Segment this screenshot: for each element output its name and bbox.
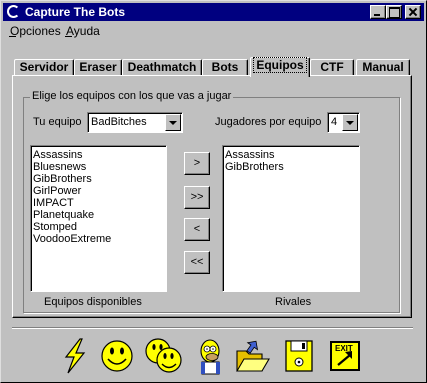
tab-servidor[interactable]: Servidor xyxy=(14,59,74,76)
tab-deathmatch[interactable]: Deathmatch xyxy=(122,59,202,76)
tab-equipos[interactable]: Equipos xyxy=(250,57,310,77)
team-label: Tu equipo xyxy=(33,116,82,128)
list-item[interactable]: Planetquake xyxy=(33,209,164,221)
rival-teams-caption: Rivales xyxy=(275,296,312,308)
rival-teams-list[interactable]: Assassins GibBrothers xyxy=(222,145,360,292)
add-all-teams-button[interactable]: >> xyxy=(184,186,210,209)
list-item[interactable]: Assassins xyxy=(225,149,357,161)
list-item[interactable]: IMPACT xyxy=(33,197,164,209)
menu-opciones-mnemonic xyxy=(9,36,16,37)
list-item[interactable]: Assassins xyxy=(33,149,164,161)
list-item[interactable]: GibBrothers xyxy=(225,161,357,173)
tab-ctf[interactable]: CTF xyxy=(310,59,354,76)
minimize-button[interactable] xyxy=(370,5,386,19)
available-teams-caption: Equipos disponibles xyxy=(44,296,142,308)
exit-label: EXIT xyxy=(335,344,353,353)
teams-group-label: Elige los equipos con los que vas a juga… xyxy=(30,90,234,102)
players-select[interactable]: 4 xyxy=(327,112,360,133)
list-item[interactable]: GirlPower xyxy=(33,185,164,197)
players-select-value: 4 xyxy=(331,116,338,128)
remove-team-button[interactable]: < xyxy=(184,218,210,241)
tab-eraser[interactable]: Eraser xyxy=(74,59,122,76)
tab-manual[interactable]: Manual xyxy=(356,59,410,76)
title-bar[interactable]: Capture The Bots xyxy=(3,3,424,21)
open-folder-icon[interactable] xyxy=(234,337,270,375)
list-item[interactable]: VoodooExtreme xyxy=(33,233,164,245)
team-select[interactable]: BadBitches xyxy=(87,112,183,133)
app-icon xyxy=(7,5,20,18)
list-item[interactable]: GibBrothers xyxy=(33,173,164,185)
maximize-button[interactable] xyxy=(386,5,402,19)
add-team-button[interactable]: > xyxy=(184,152,210,175)
menu-bar: Opciones Ayuda xyxy=(3,22,424,40)
toolbar-separator xyxy=(12,327,413,329)
chevron-down-icon[interactable] xyxy=(165,114,181,131)
exit-icon[interactable] xyxy=(328,337,362,375)
homer-icon[interactable] xyxy=(194,337,228,375)
chevron-down-icon[interactable] xyxy=(342,114,358,131)
smiley-icon[interactable] xyxy=(100,337,134,375)
list-item[interactable]: Stomped xyxy=(33,221,164,233)
remove-all-teams-button[interactable]: << xyxy=(184,251,210,274)
menu-opciones[interactable]: Opciones xyxy=(10,24,61,38)
lightning-icon[interactable] xyxy=(58,337,92,375)
team-select-value: BadBitches xyxy=(91,116,147,128)
double-smiley-icon[interactable] xyxy=(144,337,184,375)
window-title: Capture The Bots xyxy=(25,5,126,19)
tab-bots[interactable]: Bots xyxy=(202,59,248,76)
close-button[interactable] xyxy=(405,5,421,19)
available-teams-list[interactable]: Assassins Bluesnews GibBrothers GirlPowe… xyxy=(30,145,167,292)
list-item[interactable]: Bluesnews xyxy=(33,161,164,173)
save-disk-icon[interactable] xyxy=(282,337,316,375)
menu-ayuda-mnemonic xyxy=(65,36,72,37)
players-label: Jugadores por equipo xyxy=(215,116,322,128)
